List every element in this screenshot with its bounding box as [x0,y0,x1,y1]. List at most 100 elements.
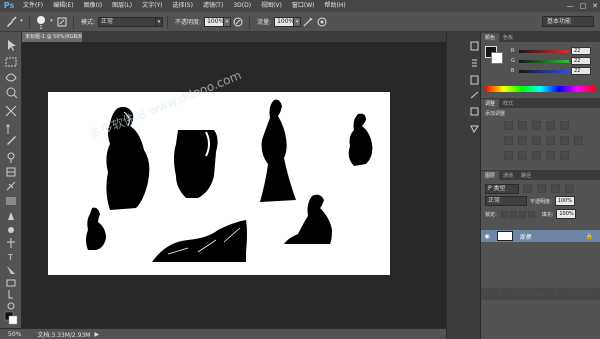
blend-row: 正常 不透明度: 100% [485,196,575,206]
zoom-level[interactable]: 50% [8,331,21,338]
filter-shape-icon[interactable] [565,184,574,193]
menu-3d[interactable]: 3D(D) [228,0,256,12]
flow-input[interactable]: 100% [274,16,295,27]
menu-layer[interactable]: 图层(L) [107,0,137,12]
new-adjustment-icon[interactable] [537,290,545,298]
posterize-icon[interactable] [518,151,527,160]
brightness-icon[interactable] [504,121,513,130]
tab-paths[interactable]: 路径 [517,171,535,180]
black-white-icon[interactable] [546,136,555,145]
threshold-icon[interactable] [532,151,541,160]
red-value[interactable]: 22 [571,47,591,55]
lock-all-icon[interactable] [527,210,535,218]
filter-type-icon[interactable] [551,184,560,193]
lock-move-icon[interactable] [518,210,526,218]
channel-mixer-icon[interactable] [574,136,583,145]
maximize-button[interactable]: □ [580,2,587,10]
pressure-opacity-icon[interactable] [231,15,245,29]
menu-view[interactable]: 视图(V) [256,0,287,12]
lock-pixels-icon[interactable] [500,210,508,218]
menu-filter[interactable]: 滤镜(T) [198,0,228,12]
gradient-map-icon[interactable] [560,121,569,130]
green-value[interactable]: 22 [571,57,591,65]
minimize-button[interactable]: — [567,2,574,10]
menu-bar: Ps 文件(F) 编辑(E) 图像(I) 图层(L) 文字(Y) 选择(S) 滤… [0,0,600,12]
tab-styles[interactable]: 样式 [499,99,517,108]
menu-window[interactable]: 窗口(W) [287,0,320,12]
opacity-input[interactable]: 100% [204,16,225,27]
color-panel: R 22 G 22 B 22 [481,42,600,86]
separator [29,14,30,29]
filter-adjust-icon[interactable] [537,184,546,193]
menu-image[interactable]: 图像(I) [79,0,107,12]
blue-value[interactable]: 22 [571,67,591,75]
gradient-icon[interactable] [560,151,569,160]
opacity-dropdown[interactable]: ▾ [224,16,232,27]
link-layers-icon[interactable] [495,290,503,298]
right-panels: 颜色 色板 R 22 G 22 B 22 调整 样式 添加调整 图层 通道 路径… [480,32,600,339]
exposure-icon[interactable] [546,121,555,130]
layer-style-icon[interactable] [509,290,517,298]
tab-color[interactable]: 颜色 [481,33,500,42]
mode-select[interactable]: 正常 [98,16,157,27]
document-tab[interactable]: 未标题-1 @ 50%(RGB/8) * [22,32,82,42]
brush-size-dropdown[interactable]: ▾ [48,16,55,27]
flow-label: 流量: [257,19,272,26]
lock-paint-icon[interactable] [509,210,517,218]
new-layer-icon[interactable] [565,290,573,298]
green-label: G [511,58,515,64]
layer-mask-icon[interactable] [523,290,531,298]
blend-mode-select[interactable]: 正常 [485,196,527,206]
toolbox-icons[interactable]: T [0,32,22,328]
levels-icon[interactable] [518,121,527,130]
selective-color-icon[interactable] [546,151,555,160]
menu-file[interactable]: 文件(F) [18,0,48,12]
hue-saturation-icon[interactable] [518,136,527,145]
brush-tool-icon[interactable] [4,15,18,29]
close-button[interactable]: ✕ [592,2,598,10]
delete-layer-icon[interactable] [579,290,587,298]
red-slider[interactable] [519,49,569,53]
menu-edit[interactable]: 编辑(E) [48,0,78,12]
menu-select[interactable]: 选择(S) [167,0,198,12]
tab-swatches[interactable]: 色板 [499,33,517,42]
tab-adjustments[interactable]: 调整 [481,99,500,108]
document-info[interactable]: 文档:3.33M/2.93M [37,330,90,339]
invert-icon[interactable] [504,151,513,160]
layers-panel: P 类型 正常 不透明度: 100% 锁定: 填充: 100% ◉ 背景 🔒 [481,180,600,300]
silhouettes-artwork [86,99,373,262]
status-menu-arrow-icon[interactable]: ▶ [94,331,99,338]
svg-text:T: T [7,253,13,262]
menu-type[interactable]: 文字(Y) [137,0,167,12]
layer-row-background[interactable]: ◉ 背景 🔒 [481,230,600,242]
pressure-size-icon[interactable] [315,15,329,29]
workspace-select[interactable]: 基本功能 [542,16,594,27]
layer-name[interactable]: 背景 [519,232,531,241]
layer-opacity-input[interactable]: 100% [554,196,575,206]
brush-size-picker[interactable]: 1 [34,15,48,31]
fill-label: 填充: [541,211,554,218]
airbrush-icon[interactable] [301,15,315,29]
tab-channels[interactable]: 通道 [499,171,517,180]
filter-pixel-icon[interactable] [523,184,532,193]
layer-visibility-eye-icon[interactable]: ◉ [481,233,493,240]
curves-icon[interactable] [532,121,541,130]
layers-panel-tabs: 图层 通道 路径 [481,170,600,180]
tool-preset-dropdown[interactable]: ▾ [18,16,25,27]
vibrance-icon[interactable] [504,136,513,145]
photo-filter-icon[interactable] [560,136,569,145]
green-slider[interactable] [519,59,569,63]
menu-help[interactable]: 帮助(H) [320,0,351,12]
color-balance-icon[interactable] [532,136,541,145]
document-canvas[interactable]: 多多软件站 www.ddooo.com [48,68,390,275]
brush-panel-toggle-icon[interactable] [55,15,69,29]
flow-dropdown[interactable]: ▾ [294,16,302,27]
mode-select-arrow[interactable]: ▾ [156,16,164,27]
fill-input[interactable]: 100% [556,209,577,219]
new-group-icon[interactable] [551,290,559,298]
layer-kind-filter[interactable]: P 类型 [485,183,519,194]
blue-slider[interactable] [519,69,569,73]
adjustments-row-1 [503,120,596,131]
tab-layers[interactable]: 图层 [481,171,500,180]
dock-icon-buttons[interactable] [447,32,481,152]
